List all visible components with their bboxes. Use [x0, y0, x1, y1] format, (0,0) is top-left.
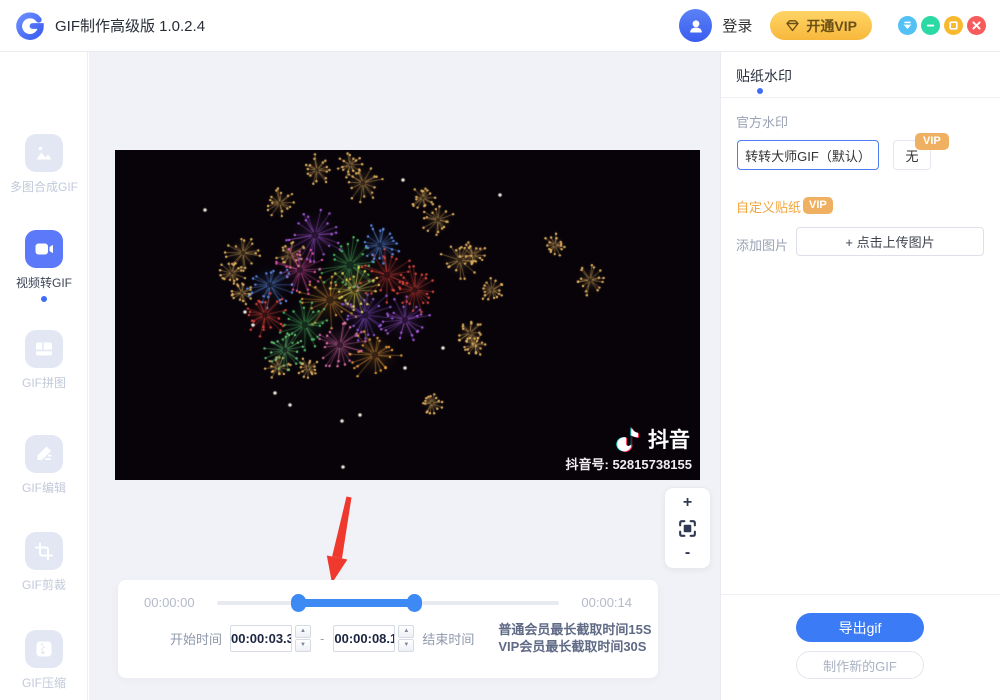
fireworks-frame	[115, 150, 700, 480]
app-window: GIF制作高级版 1.0.2.4 登录 开通VIP	[0, 0, 1000, 700]
sidebar-item-gif-crop[interactable]: GIF剪裁	[0, 532, 88, 593]
end-time-label: 结束时间	[422, 629, 474, 648]
end-time-increment-button[interactable]: ▲	[398, 625, 414, 638]
start-time-input[interactable]	[230, 625, 292, 652]
start-time-spinner: ▲ ▼	[295, 625, 311, 652]
member-limit-line1: 普通会员最长截取时间15S	[498, 621, 651, 638]
image-icon	[25, 134, 63, 172]
maximize-button[interactable]	[944, 16, 963, 35]
fit-screen-icon	[677, 518, 698, 539]
sticker-watermark-panel: 贴纸水印 官方水印 转转大师GIF（默认） 无 VIP 自定义贴纸 VIP 添加…	[720, 52, 1000, 700]
diamond-icon	[785, 19, 800, 32]
new-gif-button[interactable]: 制作新的GIF	[796, 651, 924, 679]
end-time-spinner: ▲ ▼	[398, 625, 414, 652]
timeline-track[interactable]	[217, 601, 559, 605]
open-vip-button[interactable]: 开通VIP	[770, 11, 872, 40]
tiktok-label: 抖音	[648, 424, 690, 454]
fit-screen-button[interactable]	[677, 518, 698, 539]
sidebar-item-label: 多图合成GIF	[10, 178, 78, 195]
official-watermark-label: 官方水印	[736, 112, 788, 131]
tiktok-account-id: 抖音号: 52815738155	[566, 454, 692, 473]
watermark-default-button[interactable]: 转转大师GIF（默认）	[737, 140, 879, 170]
sidebar-item-label: 视频转GIF	[16, 274, 72, 291]
crop-icon	[25, 532, 63, 570]
app-title: GIF制作高级版 1.0.2.4	[55, 15, 205, 36]
timeline-end-label: 00:00:14	[572, 595, 632, 610]
timeline-panel: 00:00:00 00:00:14 开始时间 ▲ ▼	[118, 580, 658, 678]
main-area: 抖音 抖音号: 52815738155 + - 00:00:00	[89, 52, 720, 700]
tiktok-note-icon	[616, 424, 643, 454]
close-button[interactable]	[967, 16, 986, 35]
timeline-start-label: 00:00:00	[144, 595, 204, 610]
tab-sticker-watermark[interactable]: 贴纸水印	[736, 66, 792, 86]
divider	[721, 594, 1000, 595]
sidebar-item-gif-compress[interactable]: GIF压缩	[0, 630, 88, 691]
titlebar: GIF制作高级版 1.0.2.4 登录 开通VIP	[0, 0, 1000, 52]
collage-icon	[25, 330, 63, 368]
end-time-decrement-button[interactable]: ▼	[398, 639, 414, 652]
timeline-selected-range[interactable]	[298, 599, 415, 607]
video-preview: 抖音 抖音号: 52815738155	[115, 150, 700, 480]
square-icon	[948, 20, 959, 31]
member-limit-note: 普通会员最长截取时间15S VIP会员最长截取时间30S	[498, 621, 651, 655]
annotation-arrow	[315, 490, 365, 590]
add-image-label: 添加图片	[736, 235, 788, 254]
range-start-handle[interactable]	[291, 594, 306, 612]
hide-to-tray-button[interactable]	[898, 16, 917, 35]
zoom-in-button[interactable]: +	[677, 493, 698, 513]
sidebar-item-gif-collage[interactable]: GIF拼图	[0, 330, 88, 391]
member-limit-line2: VIP会员最长截取时间30S	[498, 638, 651, 655]
minus-icon	[925, 20, 936, 31]
sidebar-item-video-to-gif[interactable]: 视频转GIF	[0, 230, 88, 302]
sidebar-item-label: GIF剪裁	[22, 576, 66, 593]
sidebar-item-gif-edit[interactable]: GIF编辑	[0, 435, 88, 496]
divider	[721, 97, 1000, 98]
vip-button-label: 开通VIP	[806, 16, 857, 36]
vip-badge: VIP	[803, 197, 833, 214]
sidebar-item-label: GIF编辑	[22, 479, 66, 496]
chevron-down-icon	[902, 20, 913, 31]
pencil-icon	[25, 435, 63, 473]
sidebar-item-multi-image-gif[interactable]: 多图合成GIF	[0, 134, 88, 195]
start-time-decrement-button[interactable]: ▼	[295, 639, 311, 652]
tab-active-dot	[757, 88, 763, 94]
end-time-input[interactable]	[333, 625, 395, 652]
window-controls	[898, 16, 986, 35]
app-logo-icon	[14, 10, 46, 42]
export-gif-button[interactable]: 导出gif	[796, 613, 924, 642]
close-icon	[971, 20, 982, 31]
time-range-separator: -	[320, 631, 324, 646]
upload-image-button[interactable]: + 点击上传图片	[796, 227, 984, 256]
tiktok-watermark: 抖音	[616, 424, 690, 454]
sidebar: 多图合成GIF 视频转GIF GIF拼图	[0, 52, 88, 700]
start-time-label: 开始时间	[170, 629, 222, 648]
start-time-increment-button[interactable]: ▲	[295, 625, 311, 638]
login-link[interactable]: 登录	[722, 15, 752, 36]
zoom-controls: + -	[664, 487, 711, 569]
zoom-out-button[interactable]: -	[679, 543, 696, 563]
minimize-button[interactable]	[921, 16, 940, 35]
custom-sticker-label: 自定义贴纸	[736, 197, 801, 216]
range-end-handle[interactable]	[407, 594, 422, 612]
zip-icon	[25, 630, 63, 668]
person-icon	[687, 17, 705, 35]
sidebar-item-label: GIF压缩	[22, 674, 66, 691]
active-indicator-dot	[41, 296, 47, 302]
vip-badge: VIP	[915, 133, 949, 150]
user-avatar[interactable]	[679, 9, 712, 42]
video-camera-icon	[25, 230, 63, 268]
sidebar-item-label: GIF拼图	[22, 374, 66, 391]
